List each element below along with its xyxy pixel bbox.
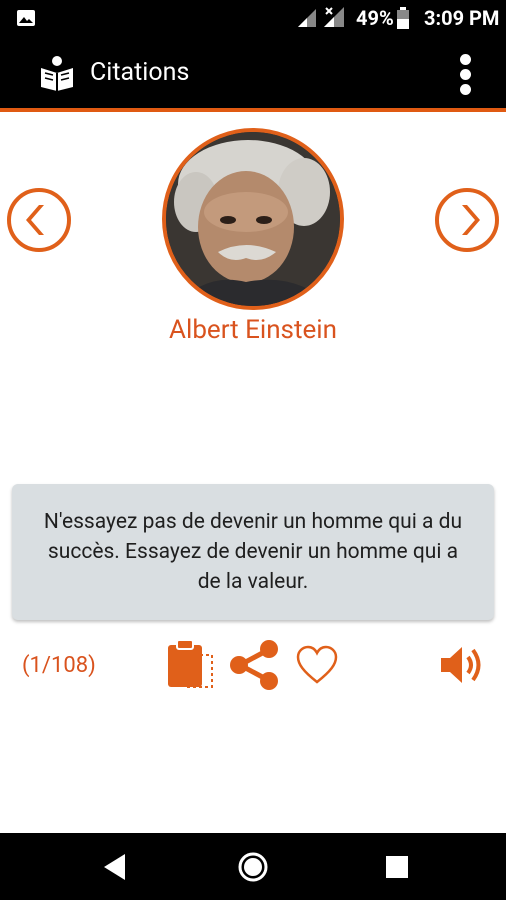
chevron-left-icon	[26, 205, 44, 235]
overflow-menu-icon[interactable]	[452, 52, 480, 96]
battery-icon	[397, 7, 409, 29]
reading-person-icon	[41, 56, 73, 91]
next-author-button[interactable]	[435, 188, 499, 252]
clipboard-copy-icon[interactable]	[166, 637, 214, 689]
signal-icon	[298, 9, 316, 27]
speaker-icon[interactable]	[438, 642, 486, 688]
chevron-right-icon	[462, 205, 480, 235]
gallery-icon	[17, 10, 35, 26]
author-portrait	[162, 128, 344, 310]
share-icon[interactable]	[228, 640, 280, 690]
clock: 3:09 PM	[424, 6, 500, 30]
home-icon[interactable]	[236, 850, 270, 884]
system-navigation-bar	[0, 833, 506, 900]
quote-text: N'essayez pas de devenir un homme qui a …	[43, 510, 463, 594]
author-name: Albert Einstein	[169, 315, 337, 345]
previous-author-button[interactable]	[7, 188, 71, 252]
battery-percent: 49%	[356, 6, 394, 30]
app-bar: Citations	[0, 36, 506, 112]
quote-card: N'essayez pas de devenir un homme qui a …	[12, 484, 494, 620]
quote-counter: (1/108)	[22, 653, 96, 678]
status-bar: 49% 3:09 PM	[0, 0, 506, 36]
back-icon[interactable]	[99, 850, 133, 884]
heart-icon[interactable]	[295, 645, 339, 685]
signal-x-icon	[324, 7, 344, 27]
app-title: Citations	[90, 58, 190, 87]
portrait-image	[166, 132, 340, 306]
recents-icon[interactable]	[380, 850, 414, 884]
